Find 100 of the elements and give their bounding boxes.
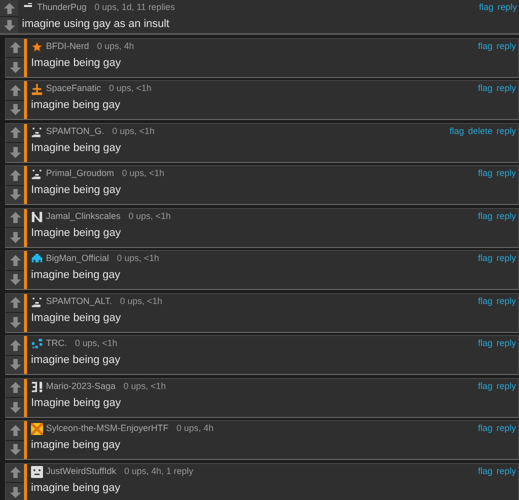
upvote-button[interactable] [6,336,24,356]
username[interactable]: Jamal_Clinkscales [46,210,121,224]
username[interactable]: TRC. [46,337,67,351]
upvote-button[interactable] [6,421,24,440]
upvote-icon [10,254,20,266]
comment-action-link[interactable]: flag [478,337,492,351]
comment-action-link[interactable]: reply [497,1,517,15]
upvote-button[interactable] [6,251,24,270]
downvote-icon [10,486,20,498]
downvote-button[interactable] [6,228,24,246]
comment-action-link[interactable]: reply [496,210,516,224]
thread-bar [24,166,27,204]
username[interactable]: Mario-2023-Saga [46,380,116,394]
thread-bar [24,464,27,500]
comment-action-link[interactable]: flag [478,40,492,54]
comment-action-link[interactable]: reply [496,82,516,96]
comment-text: imagine using gay as an insult [22,17,170,31]
downvote-icon [4,20,14,30]
downvote-button[interactable] [6,58,24,76]
downvote-icon [10,62,20,73]
comment-action-link[interactable]: flag [478,422,492,436]
comment-action-link[interactable]: flag [478,82,492,96]
comment-action-link[interactable]: reply [496,40,516,54]
comment-action-link[interactable]: reply [496,124,516,138]
comment-action-link[interactable]: flag [478,294,492,308]
comment-action-link[interactable]: reply [496,294,516,308]
upvote-button[interactable] [6,166,24,186]
username[interactable]: SPAMTON_ALT. [46,294,112,308]
downvote-button[interactable] [6,313,24,332]
comment-meta: 0 ups, 4h [176,422,214,436]
comment-meta: 0 ups, 4h [97,40,134,53]
downvote-button[interactable] [0,17,18,33]
comment-action-link[interactable]: flag [449,124,464,138]
comment-meta: 0 ups, 4h, 1 reply [124,464,194,478]
comment-action-link[interactable]: flag [478,380,492,394]
downvote-icon [10,316,20,328]
face-icon [31,466,43,478]
comment-text: imagine being gay [31,98,122,112]
upvote-icon [10,340,20,351]
upvote-icon [10,297,20,308]
upvote-icon [10,467,20,478]
downvote-icon [10,146,20,158]
comment-action-link[interactable]: reply [496,337,516,351]
comment-text: Imagine being gay [31,310,122,324]
upvote-icon [10,424,20,436]
username[interactable]: SpaceFanatic [46,82,102,96]
upvote-icon [10,127,20,138]
comment-action-link[interactable]: reply [496,422,516,436]
upvote-button[interactable] [6,208,24,228]
comment-action-link[interactable]: reply [496,380,516,394]
upvote-icon [10,170,20,181]
thread-bar [24,81,27,119]
upvote-button[interactable] [6,124,24,143]
username[interactable]: SPAMTON_G. [46,124,104,138]
comment-action-link[interactable]: reply [496,464,516,478]
pixel-squares-icon [31,338,43,350]
comment-action-link[interactable]: flag [478,1,494,15]
thread-bar [24,378,27,416]
tile-icon [31,423,43,435]
upvote-button[interactable] [6,378,24,398]
upvote-icon [10,212,20,224]
thread-bar [24,38,27,76]
downvote-button[interactable] [6,100,24,119]
comment-action-link[interactable]: flag [478,252,492,266]
upvote-button[interactable] [6,294,24,313]
invader-icon [31,253,43,265]
username[interactable]: ThunderPug [37,1,87,15]
username[interactable]: Primal_Groudom [46,167,114,181]
comment-action-link[interactable]: delete [468,124,492,138]
downvote-button[interactable] [6,483,24,500]
username[interactable]: JustWeirdStuffIdk [46,464,116,478]
comment-action-link[interactable]: flag [478,464,492,478]
username[interactable]: Sylceon-the-MSM-EnjoyerHTF [46,422,169,436]
upvote-button[interactable] [6,464,24,483]
downvote-button[interactable] [6,186,24,204]
comment-meta: 0 ups, <1h [109,82,152,96]
downvote-button[interactable] [6,270,24,289]
comment-text: Imagine being gay [31,140,122,154]
comment-action-link[interactable]: reply [496,167,516,181]
upvote-button[interactable] [0,0,18,17]
username[interactable]: BFDI-Nerd [46,40,90,54]
comment-action-link[interactable]: reply [496,252,516,266]
downvote-button[interactable] [6,398,24,416]
comment-action-link[interactable]: flag [478,210,492,224]
comment-text: imagine being gay [31,268,122,282]
username[interactable]: BigMan_Official [46,252,109,266]
downvote-button[interactable] [6,143,24,162]
thread-bar [24,124,27,162]
upvote-icon [10,42,20,54]
comment-action-link[interactable]: flag [478,167,492,181]
downvote-icon [10,232,20,243]
upvote-button[interactable] [6,38,24,58]
cross-icon [31,83,43,95]
downvote-button[interactable] [6,356,24,374]
downvote-button[interactable] [6,440,24,459]
downvote-icon [10,274,20,286]
upvote-button[interactable] [6,81,24,100]
downvote-icon [10,444,20,456]
upvote-icon [10,382,20,394]
thread-bar [24,251,27,289]
